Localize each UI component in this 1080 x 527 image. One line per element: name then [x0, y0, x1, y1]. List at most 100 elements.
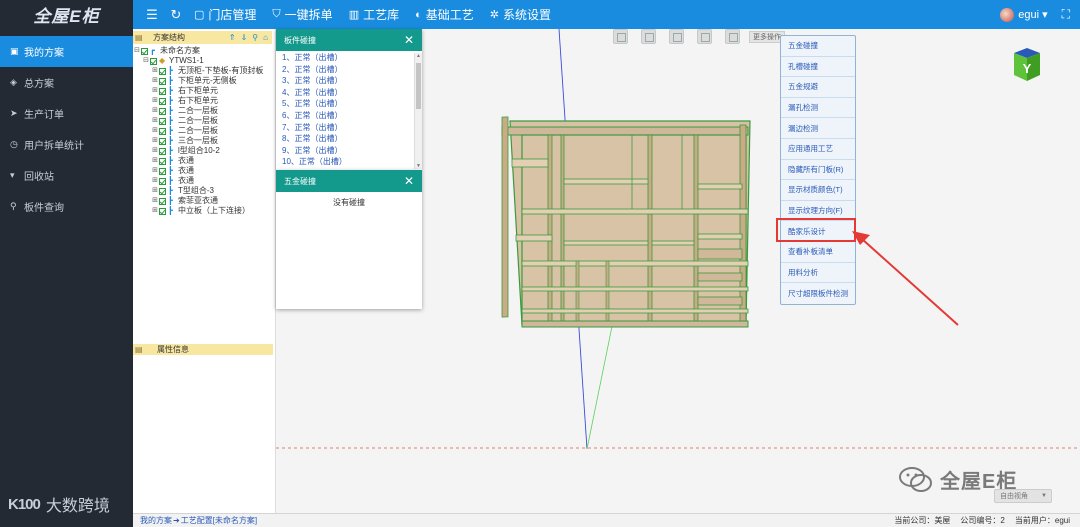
node-checkbox[interactable]: [159, 87, 166, 95]
breadcrumb-process-config[interactable]: 工艺配置[未命名方案]: [181, 515, 257, 526]
collision-item[interactable]: 4、正常（出槽）: [282, 87, 422, 99]
cube-view-icon[interactable]: [669, 29, 684, 44]
node-checkbox[interactable]: [159, 67, 166, 75]
home-icon[interactable]: ⌂: [263, 33, 268, 42]
collision-scrollbar[interactable]: ▲ ▼: [414, 53, 422, 169]
close-icon[interactable]: ✕: [404, 33, 414, 47]
sidebar-item-my-plans[interactable]: ▣ 我的方案: [0, 36, 133, 67]
expand-toggle-icon[interactable]: ⊞: [151, 116, 159, 126]
sidebar-item-panel-search[interactable]: ⚲ 板件查询: [0, 191, 133, 222]
collision-item[interactable]: 2、正常（出槽）: [282, 64, 422, 76]
node-checkbox[interactable]: [159, 97, 166, 105]
menu-item-missing-hole-check[interactable]: 漏孔检测: [781, 98, 855, 119]
menu-item-apply-process[interactable]: 应用通用工艺: [781, 139, 855, 160]
avatar[interactable]: [1000, 7, 1015, 22]
tree-node-project[interactable]: ⊟ ◆ YTWS1-1: [133, 56, 275, 66]
measure-icon[interactable]: [725, 29, 740, 44]
collapse-toggle-icon[interactable]: ⊟: [133, 46, 141, 56]
node-checkbox[interactable]: [159, 137, 166, 145]
tree-node[interactable]: ⊞ ┣ l型组合10-2: [133, 146, 275, 156]
node-checkbox[interactable]: [159, 207, 166, 215]
expand-all-icon[interactable]: ⇑: [229, 33, 236, 42]
collapse-toggle-icon[interactable]: ⊟: [142, 56, 150, 66]
collision-item[interactable]: 3、正常（出槽）: [282, 75, 422, 87]
expand-toggle-icon[interactable]: ⊞: [151, 166, 159, 176]
menu-item-material-analysis[interactable]: 用料分析: [781, 263, 855, 284]
menu-item-hardware-collision[interactable]: 五金碰撞: [781, 36, 855, 57]
tree-node[interactable]: ⊞ ┣ 三合一层板: [133, 136, 275, 146]
expand-toggle-icon[interactable]: ⊞: [151, 186, 159, 196]
expand-toggle-icon[interactable]: ⊞: [151, 96, 159, 106]
expand-toggle-icon[interactable]: ⊞: [151, 126, 159, 136]
tree-node[interactable]: ⊞ ┣ 二合一层板: [133, 116, 275, 126]
tree-node[interactable]: ⊞ ┣ 二合一层板: [133, 126, 275, 136]
node-checkbox[interactable]: [159, 167, 166, 175]
tree-node-root[interactable]: ⊟ ┏ 未命名方案: [133, 46, 275, 56]
nav-one-click-split[interactable]: ⛉ 一键拆单: [272, 6, 332, 23]
tree-node[interactable]: ⊞ ┣ 右下柜单元: [133, 96, 275, 106]
center-view-icon[interactable]: [641, 29, 656, 44]
tree-node[interactable]: ⊞ ┣ 中立板（上下连接）: [133, 206, 275, 216]
tree-node[interactable]: ⊞ ┣ 下柜单元-无侧板: [133, 76, 275, 86]
breadcrumb-my-plans[interactable]: 我的方案: [140, 515, 172, 526]
sidebar-item-user-stats[interactable]: ◷ 用户拆单统计: [0, 129, 133, 160]
node-checkbox[interactable]: [159, 177, 166, 185]
menu-item-show-material-color[interactable]: 显示材质颜色(T): [781, 180, 855, 201]
nav-store-management[interactable]: ▢ 门店管理: [194, 6, 256, 23]
expand-toggle-icon[interactable]: ⊞: [151, 146, 159, 156]
y-cube-logo-icon[interactable]: Y: [1008, 45, 1046, 83]
collision-item[interactable]: 9、正常（出槽）: [282, 145, 422, 157]
expand-toggle-icon[interactable]: ⊞: [151, 136, 159, 146]
refresh-icon[interactable]: ↻: [164, 7, 188, 23]
node-checkbox[interactable]: [159, 197, 166, 205]
menu-item-hole-collision[interactable]: 孔槽碰撞: [781, 57, 855, 78]
node-checkbox[interactable]: [159, 77, 166, 85]
expand-toggle-icon[interactable]: ⊞: [151, 86, 159, 96]
tree-node[interactable]: ⊞ ┣ 无顶柜-下垫板-有顶封板: [133, 66, 275, 76]
menu-item-hardware-avoid[interactable]: 五金规避: [781, 77, 855, 98]
scroll-down-icon[interactable]: ▼: [416, 163, 421, 169]
collapse-all-icon[interactable]: ⇓: [241, 33, 248, 42]
collision-item[interactable]: 6、正常（出槽）: [282, 110, 422, 122]
close-icon[interactable]: ✕: [404, 174, 414, 188]
nav-system-settings[interactable]: ✲ 系统设置: [490, 6, 551, 23]
expand-toggle-icon[interactable]: ⊞: [151, 206, 159, 216]
node-checkbox[interactable]: [159, 157, 166, 165]
sidebar-item-all-plans[interactable]: ◈ 总方案: [0, 67, 133, 98]
tree-node[interactable]: ⊞ ┣ 衣通: [133, 156, 275, 166]
collision-item[interactable]: 5、正常（出槽）: [282, 98, 422, 110]
nav-basic-process[interactable]: ◐ 基础工艺: [415, 6, 474, 23]
search-icon[interactable]: ⚲: [252, 33, 258, 42]
tree-node[interactable]: ⊞ ┣ 右下柜单元: [133, 86, 275, 96]
collision-item[interactable]: 10、正常（出槽）: [282, 156, 422, 167]
tree-node[interactable]: ⊞ ┣ T型组合-3: [133, 186, 275, 196]
tree-node[interactable]: ⊞ ┣ 索菲亚衣通: [133, 196, 275, 206]
node-checkbox[interactable]: [159, 107, 166, 115]
front-view-icon[interactable]: [613, 29, 628, 44]
node-checkbox[interactable]: [159, 147, 166, 155]
brand-logo[interactable]: 全屋E柜: [0, 0, 133, 29]
node-checkbox[interactable]: [141, 47, 148, 55]
view-mode-select[interactable]: 自由视角 ▼: [994, 489, 1052, 503]
expand-toggle-icon[interactable]: ⊞: [151, 66, 159, 76]
sidebar-item-production-orders[interactable]: ➤ 生产订单: [0, 98, 133, 129]
scroll-thumb[interactable]: [416, 63, 421, 109]
nav-process-library[interactable]: ▥ 工艺库: [349, 6, 399, 23]
expand-toggle-icon[interactable]: ⊞: [151, 76, 159, 86]
node-checkbox[interactable]: [159, 187, 166, 195]
tree-node[interactable]: ⊞ ┣ 二合一层板: [133, 106, 275, 116]
expand-toggle-icon[interactable]: ⊞: [151, 176, 159, 186]
menu-item-oversize-check[interactable]: 尺寸超限板件检测: [781, 283, 855, 304]
menu-toggle-icon[interactable]: ☰: [140, 7, 164, 23]
node-checkbox[interactable]: [150, 57, 157, 65]
expand-toggle-icon[interactable]: ⊞: [151, 196, 159, 206]
expand-toggle-icon[interactable]: ⊞: [151, 106, 159, 116]
user-menu[interactable]: egui ▾: [1018, 8, 1047, 21]
menu-item-patch-board-list[interactable]: 查看补板清单: [781, 242, 855, 263]
fit-view-icon[interactable]: [697, 29, 712, 44]
collision-item[interactable]: 1、正常（出槽）: [282, 52, 422, 64]
menu-item-missing-edge-check[interactable]: 漏边检测: [781, 118, 855, 139]
tree-node[interactable]: ⊞ ┣ 衣通: [133, 176, 275, 186]
menu-item-hide-doors[interactable]: 隐藏所有门板(R): [781, 160, 855, 181]
tree-node[interactable]: ⊞ ┣ 衣通: [133, 166, 275, 176]
